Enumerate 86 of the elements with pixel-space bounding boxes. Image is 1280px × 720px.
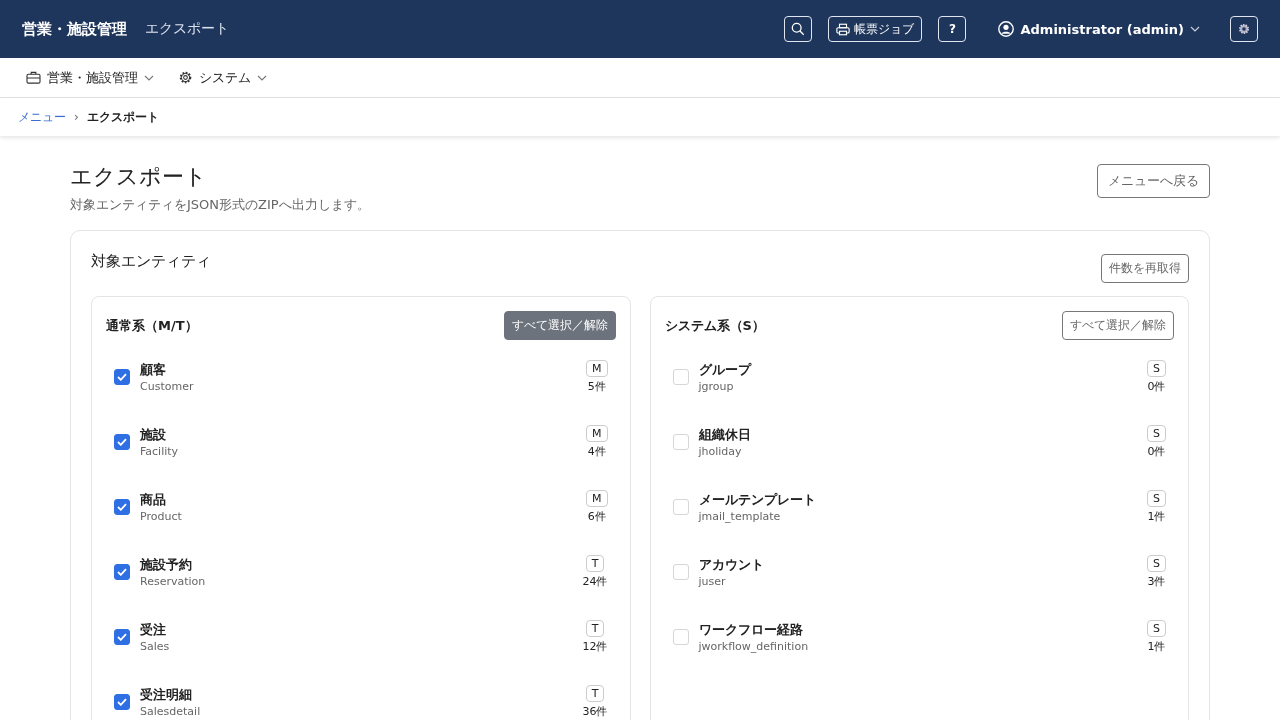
entity-name: 施設予約 (140, 555, 193, 574)
page-title: エクスポート (145, 20, 229, 38)
nav-menu-item[interactable]: システム (174, 64, 271, 91)
record-count: 24件 (582, 573, 608, 589)
select-all-button[interactable]: すべて選択／解除 (1062, 311, 1174, 340)
entity-name: 受注 (140, 620, 167, 639)
entity-type-badge: T (585, 684, 605, 702)
record-count: 0件 (1147, 378, 1166, 394)
record-count: 4件 (587, 443, 606, 459)
entity-code: jholiday (698, 444, 743, 458)
nav-menu-item[interactable]: 営業・施設管理 (22, 64, 158, 91)
entity-code: Salesdetail (140, 704, 202, 718)
select-all-button[interactable]: すべて選択／解除 (503, 311, 616, 340)
record-count: 6件 (587, 508, 606, 524)
entity-name: 商品 (140, 490, 167, 509)
settings-icon (1237, 22, 1251, 36)
chevron-down-icon (144, 74, 154, 81)
print-jobs-button[interactable]: 帳票ジョブ (828, 16, 923, 42)
entity-name: アカウント (698, 555, 765, 574)
help-button[interactable]: ? (938, 16, 967, 42)
entity-name: 組織休日 (698, 425, 752, 444)
group-title: 通常系（M/T） (106, 316, 198, 335)
user-menu[interactable]: Administrator (admin) (998, 21, 1200, 37)
app-title: 営業・施設管理 (22, 19, 127, 39)
check-icon (117, 372, 127, 381)
back-to-menu-button[interactable]: メニューへ戻る (1097, 164, 1210, 198)
entity-type-badge: M (586, 424, 608, 442)
record-count: 12件 (582, 638, 608, 654)
check-icon (117, 437, 127, 446)
entity-type-badge: T (585, 619, 605, 637)
settings-button[interactable] (1230, 16, 1258, 42)
entity-code: jworkflow_definition (698, 639, 810, 653)
check-icon (117, 567, 127, 576)
record-count: 3件 (1147, 573, 1166, 589)
entity-name: 施設 (140, 425, 167, 444)
entity-code: Sales (140, 639, 171, 653)
checkbox[interactable] (114, 498, 130, 515)
checkbox[interactable] (114, 628, 130, 645)
chevron-down-icon (257, 74, 267, 81)
check-icon (117, 697, 127, 706)
entity-type-badge: T (585, 554, 605, 572)
briefcase-icon (26, 71, 41, 84)
entity-type-badge: S (1147, 489, 1166, 507)
entity-code: Reservation (140, 574, 207, 588)
record-count: 1件 (1147, 508, 1166, 524)
entity-code: jmail_template (698, 509, 782, 523)
entity-type-badge: S (1147, 359, 1166, 377)
entity-code: Customer (140, 379, 195, 393)
breadcrumb-separator: › (74, 110, 79, 124)
search-icon (791, 22, 806, 36)
entity-type-badge: M (586, 359, 608, 377)
search-button[interactable] (784, 16, 813, 42)
check-icon (117, 502, 127, 511)
entity-name: ワークフロー経路 (698, 620, 804, 639)
printer-icon (836, 22, 851, 36)
entity-name: 顧客 (140, 360, 167, 379)
entity-name: メールテンプレート (698, 490, 817, 509)
entity-code: jgroup (698, 379, 735, 393)
checkbox[interactable] (114, 368, 130, 385)
record-count: 5件 (587, 378, 606, 394)
entity-type-badge: S (1147, 424, 1166, 442)
entity-code: Product (140, 509, 183, 523)
breadcrumb-current: エクスポート (86, 108, 159, 126)
entity-type-badge: M (586, 489, 608, 507)
entity-type-badge: S (1147, 619, 1166, 637)
refresh-counts-button[interactable]: 件数を再取得 (1101, 254, 1189, 283)
record-count: 0件 (1147, 443, 1166, 459)
chevron-down-icon (1190, 26, 1200, 32)
page-heading: エクスポート (70, 163, 208, 191)
record-count: 36件 (582, 703, 608, 719)
card-title: 対象エンティティ (91, 252, 211, 271)
entity-name: グループ (698, 360, 753, 379)
check-icon (117, 632, 127, 641)
checkbox[interactable] (114, 693, 130, 710)
gear-icon (178, 70, 193, 85)
entity-name: 受注明細 (140, 685, 193, 704)
user-icon (998, 21, 1015, 37)
checkbox[interactable] (114, 433, 130, 450)
entity-code: Facility (140, 444, 180, 458)
entity-code: juser (698, 574, 727, 588)
entity-type-badge: S (1147, 554, 1166, 572)
breadcrumb-link[interactable]: メニュー (18, 108, 66, 126)
checkbox[interactable] (114, 563, 130, 580)
group-title: システム系（S） (664, 316, 765, 335)
page-description: 対象エンティティをJSON形式のZIPへ出力します。 (70, 196, 370, 214)
record-count: 1件 (1147, 638, 1166, 654)
